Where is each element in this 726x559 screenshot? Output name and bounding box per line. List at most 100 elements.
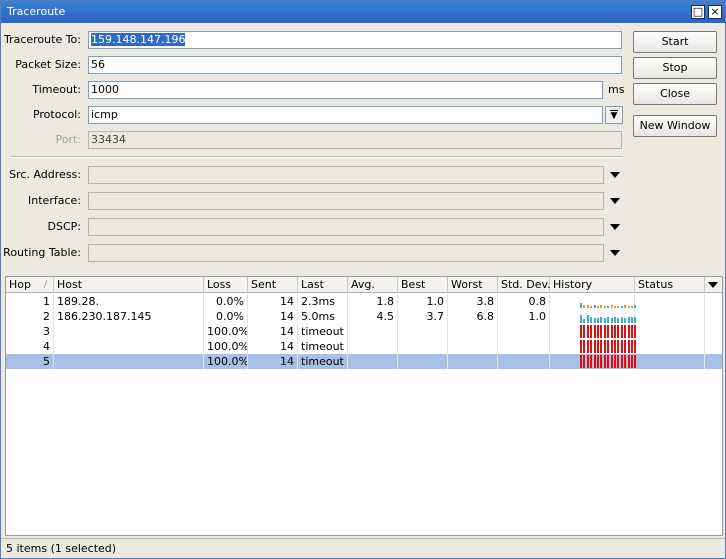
start-button[interactable]: Start (633, 31, 717, 53)
timeout-unit: ms (608, 83, 625, 96)
table-row[interactable]: 4 100.0% 14 timeout (6, 339, 722, 354)
interface-input[interactable] (88, 192, 604, 210)
cell-best (398, 324, 448, 339)
close-button[interactable]: Close (633, 83, 717, 105)
cell-avg (348, 324, 398, 339)
cell-best: 3.7 (398, 309, 448, 324)
cell-last: timeout (298, 324, 348, 339)
cell-std (498, 354, 550, 369)
results-table: Hop / Host Loss Sent Last Avg. Best Wors… (5, 276, 723, 536)
window-title: Traceroute (7, 5, 66, 18)
cell-status (635, 324, 705, 339)
dscp-input[interactable] (88, 218, 604, 236)
cell-avg (348, 339, 398, 354)
table-row[interactable]: 3 100.0% 14 timeout (6, 324, 722, 339)
table-row[interactable]: 1 189.28. 0.0% 14 2.3ms 1.8 1.0 3.8 0.8 (6, 294, 722, 309)
cell-sent: 14 (248, 324, 298, 339)
src-address-dropdown-icon[interactable] (610, 172, 620, 178)
cell-avg (348, 354, 398, 369)
cell-hop: 4 (6, 339, 54, 354)
port-input: 33434 (88, 131, 622, 149)
table-header: Hop / Host Loss Sent Last Avg. Best Wors… (6, 277, 722, 293)
cell-status (635, 354, 705, 369)
cell-avg: 4.5 (348, 309, 398, 324)
cell-last: 2.3ms (298, 294, 348, 309)
column-header-sent[interactable]: Sent (248, 277, 298, 293)
history-sparkline (580, 295, 638, 308)
column-header-hop[interactable]: Hop / (6, 277, 54, 293)
column-header-status[interactable]: Status (635, 277, 705, 293)
cell-avg: 1.8 (348, 294, 398, 309)
cell-status (635, 309, 705, 324)
column-header-worst[interactable]: Worst (448, 277, 498, 293)
cell-loss: 100.0% (204, 324, 248, 339)
dscp-dropdown-icon[interactable] (610, 224, 620, 230)
column-header-best[interactable]: Best (398, 277, 448, 293)
column-header-last[interactable]: Last (298, 277, 348, 293)
cell-std: 0.8 (498, 294, 550, 309)
cell-worst: 6.8 (448, 309, 498, 324)
traceroute-to-input[interactable]: 159.148.147.196 (88, 31, 622, 49)
maximize-icon[interactable]: □ (691, 5, 705, 19)
protocol-dropdown-icon[interactable]: ▼ (605, 106, 623, 124)
protocol-select[interactable]: icmp (88, 106, 603, 124)
traceroute-window: Traceroute □ × Traceroute To: 159.148.14… (0, 0, 726, 559)
cell-worst: 3.8 (448, 294, 498, 309)
cell-hop: 5 (6, 354, 54, 369)
column-header-loss[interactable]: Loss (204, 277, 248, 293)
dscp-label: DSCP: (47, 220, 81, 233)
routing-table-input[interactable] (88, 244, 604, 262)
interface-dropdown-icon[interactable] (610, 198, 620, 204)
routing-table-label: Routing Table: (3, 246, 81, 259)
history-sparkline (580, 310, 638, 323)
column-menu-icon[interactable] (705, 277, 722, 293)
cell-std (498, 339, 550, 354)
history-sparkline (580, 340, 638, 353)
cell-last: timeout (298, 339, 348, 354)
port-label: Port: (55, 133, 81, 146)
packet-size-label: Packet Size: (15, 58, 81, 71)
cell-loss: 100.0% (204, 354, 248, 369)
cell-loss: 0.0% (204, 309, 248, 324)
cell-host (54, 339, 204, 354)
sort-icon: / (44, 280, 48, 290)
column-menu-arrow-icon (708, 282, 718, 288)
table-row[interactable]: 5 100.0% 14 timeout (6, 354, 722, 369)
cell-best (398, 339, 448, 354)
stop-button[interactable]: Stop (633, 57, 717, 79)
cell-worst (448, 339, 498, 354)
table-row[interactable]: 2 186.230.187.145 0.0% 14 5.0ms 4.5 3.7 6.8 1.0 (6, 309, 722, 324)
cell-loss: 0.0% (204, 294, 248, 309)
timeout-input[interactable]: 1000 (88, 81, 603, 99)
interface-label: Interface: (28, 194, 81, 207)
timeout-label: Timeout: (32, 83, 81, 96)
cell-status (635, 294, 705, 309)
title-bar: Traceroute □ × (1, 1, 725, 23)
cell-host: 189.28. (54, 294, 204, 309)
column-header-host[interactable]: Host (54, 277, 204, 293)
protocol-label: Protocol: (32, 108, 81, 121)
close-icon[interactable]: × (708, 5, 722, 19)
cell-last: timeout (298, 354, 348, 369)
cell-loss: 100.0% (204, 339, 248, 354)
cell-sent: 14 (248, 309, 298, 324)
new-window-button[interactable]: New Window (633, 115, 717, 137)
packet-size-input[interactable]: 56 (88, 56, 622, 74)
column-header-std-dev[interactable]: Std. Dev. (498, 277, 551, 293)
status-bar: 5 items (1 selected) (1, 538, 725, 558)
cell-best: 1.0 (398, 294, 448, 309)
cell-std (498, 324, 550, 339)
column-header-history[interactable]: History (550, 277, 635, 293)
divider (11, 156, 623, 158)
history-sparkline (580, 355, 638, 368)
src-address-input[interactable] (88, 166, 604, 184)
column-header-avg[interactable]: Avg. (348, 277, 398, 293)
src-address-label: Src. Address: (9, 168, 81, 181)
cell-status (635, 339, 705, 354)
routing-table-dropdown-icon[interactable] (610, 250, 620, 256)
cell-sent: 14 (248, 354, 298, 369)
cell-host (54, 354, 204, 369)
cell-host (54, 324, 204, 339)
cell-best (398, 354, 448, 369)
cell-hop: 3 (6, 324, 54, 339)
